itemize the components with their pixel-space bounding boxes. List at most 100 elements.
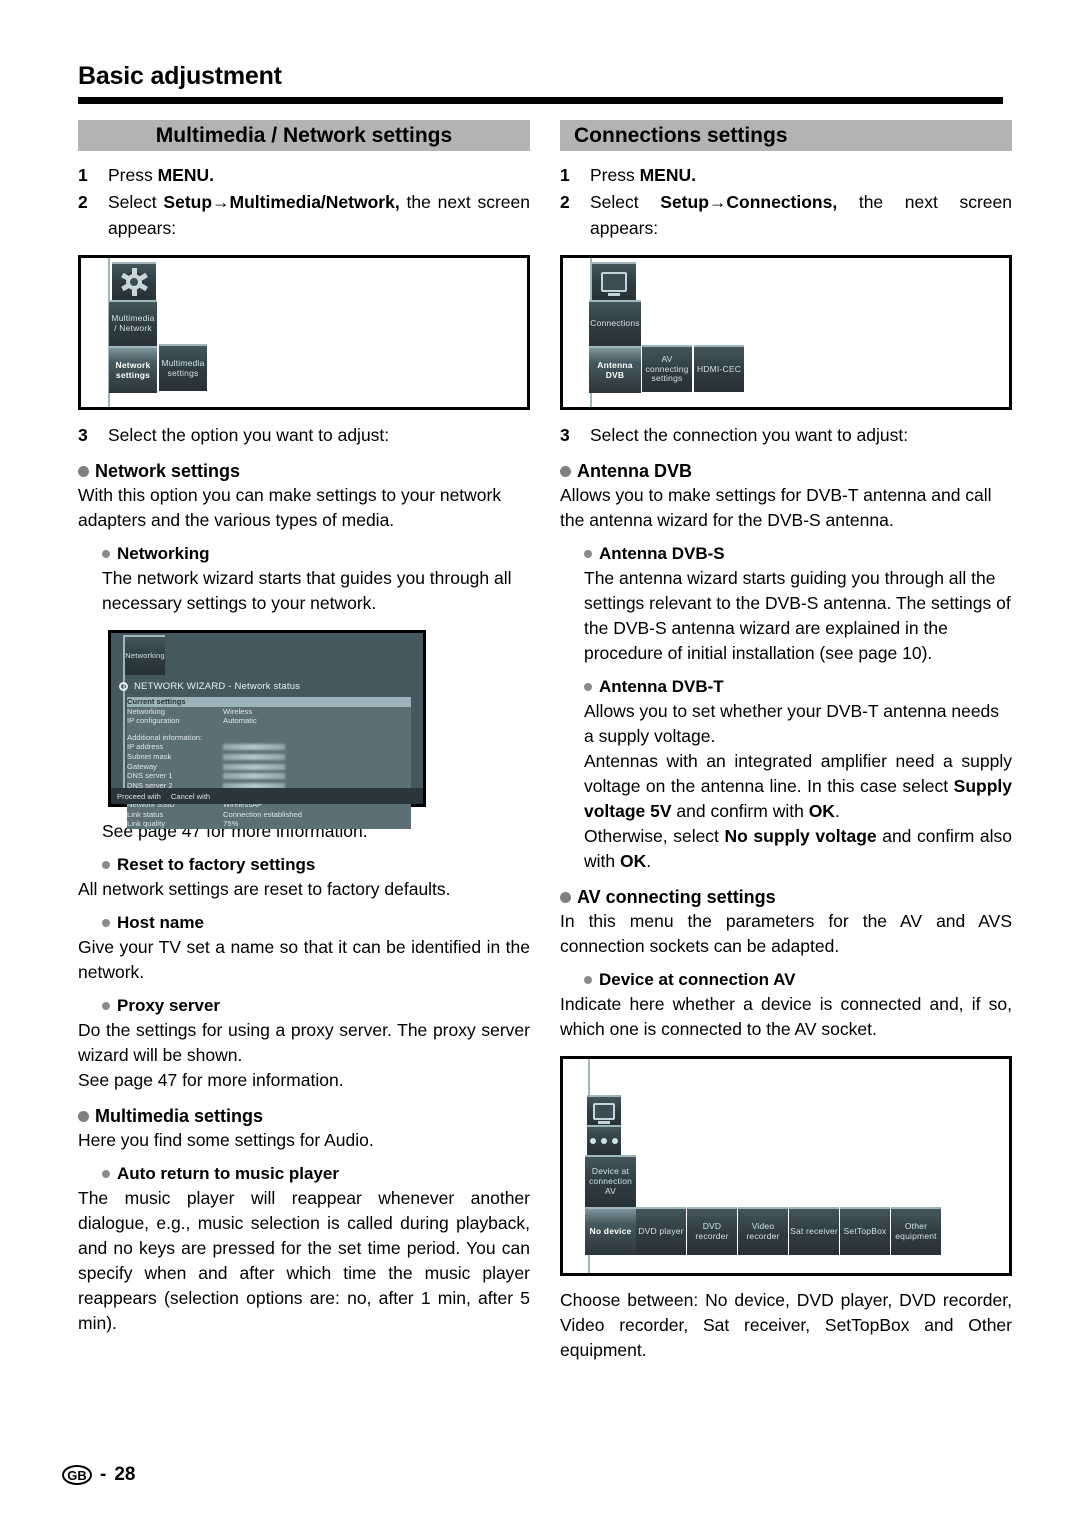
screenshot-network-wizard: Networking NETWORK WIZARD - Network stat… — [108, 630, 426, 829]
text-av-connecting-settings: In this menu the parameters for the AV a… — [560, 911, 1012, 956]
right-column: Connections settings 1 Press MENU. 2 Sel… — [560, 120, 1012, 1363]
table-row: Current settings — [127, 697, 411, 707]
screenshot-connections-menu: Connections Antenna DVB AV connecting se… — [560, 255, 1012, 410]
heading-av-connecting-settings: AV connecting settings — [560, 885, 1012, 909]
row-label: IP configuration — [127, 716, 180, 726]
text-auto-return: The music player will reappear whenever … — [78, 1188, 530, 1333]
table-row: DNS server 1 — [127, 771, 411, 781]
row-label: Gateway — [127, 761, 157, 771]
row-value — [223, 697, 411, 707]
row-value: Automatic — [223, 716, 257, 726]
text-device-at-connection-av: Indicate here whether a device is connec… — [560, 994, 1012, 1039]
osd-option-dvd-player[interactable]: DVD player — [636, 1207, 686, 1255]
osd-option-no-device[interactable]: No device — [585, 1207, 636, 1255]
osd-tile-multimedia-settings[interactable]: Multimedia settings — [159, 344, 207, 391]
step-2-left: 2 Select Setup→Multimedia/Network, the n… — [78, 189, 530, 241]
heading-antenna-dvb: Antenna DVB — [560, 459, 1012, 483]
heading-text: AV connecting settings — [577, 887, 776, 907]
region-badge: GB — [62, 1465, 92, 1485]
table-row: IP configuration Automatic — [127, 716, 411, 726]
step-number: 1 — [78, 165, 88, 185]
text-reset-factory: All network settings are reset to factor… — [78, 879, 451, 899]
tv-icon — [601, 272, 627, 296]
osd-root-gear-icon — [112, 262, 156, 300]
step-2-right: 2 Select Setup→Connections, the next scr… — [560, 189, 1012, 241]
page-footer: GB - 28 — [62, 1464, 135, 1486]
section-header-connections: Connections settings — [560, 120, 1012, 151]
heading-host-name: Host name — [78, 911, 530, 935]
bullet-icon — [102, 1002, 110, 1010]
table-row: Link status Connection established — [127, 809, 411, 820]
heading-network-settings: Network settings — [78, 459, 530, 483]
screenshot-multimedia-network-menu: Multimedia / Network Network settings Mu… — [78, 255, 530, 410]
bullet-icon — [584, 976, 592, 984]
text-antenna-dvb-t-1: Allows you to set whether your DVB-T ant… — [584, 701, 1000, 746]
wizard-footer: Proceed with Cancel with — [111, 788, 423, 804]
text-antenna-dvb: Allows you to make settings for DVB-T an… — [560, 485, 992, 530]
osd-option-dvd-recorder[interactable]: DVD recorder — [687, 1207, 737, 1255]
row-value — [223, 771, 411, 781]
text-host-name: Give your TV set a name so that it can b… — [78, 937, 530, 982]
step-text: Press MENU. — [590, 165, 696, 185]
tv-icon — [593, 1102, 615, 1124]
bullet-icon — [560, 466, 571, 477]
step-text: Select Setup→Multimedia/Network, the nex… — [108, 192, 530, 238]
manual-page: Basic adjustment Multimedia / Network se… — [0, 0, 1080, 1532]
bullet-icon — [584, 550, 592, 558]
row-label: IP address — [127, 742, 164, 752]
gear-teeth — [119, 267, 149, 297]
osd-root-tv-icon — [587, 1095, 621, 1125]
heading-text: Antenna DVB-T — [599, 677, 724, 696]
row-value: Connection established — [223, 809, 302, 819]
step-number: 1 — [560, 165, 570, 185]
table-row: Subnet mask — [127, 751, 411, 762]
bullet-icon — [102, 1170, 110, 1178]
table-row: IP address — [127, 742, 411, 752]
osd-tile-networking[interactable]: Networking — [125, 635, 165, 675]
heading-multimedia-settings: Multimedia settings — [78, 1104, 530, 1128]
heading-text: Networking — [117, 544, 210, 563]
cancel-hint: Cancel with — [170, 791, 211, 801]
osd-tile-network-settings[interactable]: Network settings — [109, 346, 157, 393]
step-3-left: 3 Select the option you want to adjust: — [78, 422, 530, 448]
step-number: 2 — [560, 192, 570, 212]
osd-option-video-recorder[interactable]: Video recorder — [738, 1207, 788, 1255]
bullet-icon — [78, 1111, 89, 1122]
heading-text: Auto return to music player — [117, 1164, 339, 1183]
row-label: Link status — [127, 809, 164, 819]
table-spacer — [127, 725, 411, 733]
step-text: Press MENU. — [108, 165, 214, 185]
heading-text: Network settings — [95, 461, 241, 481]
heading-antenna-dvb-s: Antenna DVB-S — [560, 542, 1012, 566]
wizard-title: NETWORK WIZARD - Network status — [134, 681, 301, 692]
bullet-icon — [102, 919, 110, 927]
table-row: Gateway — [127, 761, 411, 772]
step-number: 2 — [78, 192, 88, 212]
wizard-title-bar: NETWORK WIZARD - Network status — [111, 677, 423, 696]
row-value — [223, 742, 411, 752]
table-row: Networking Wireless — [127, 706, 411, 717]
osd-tile-connections[interactable]: Connections — [589, 300, 641, 346]
osd-tile-hdmi-cec[interactable]: HDMI-CEC — [694, 345, 744, 392]
osd-root-tv-icon — [592, 262, 636, 300]
heading-text: Device at connection AV — [599, 970, 796, 989]
osd-tile-av-connecting-settings[interactable]: AV connecting settings — [642, 345, 692, 392]
osd-tile-antenna-dvb[interactable]: Antenna DVB — [589, 346, 641, 393]
osd-guide-line — [123, 635, 125, 804]
osd-tile-multimedia-network[interactable]: Multimedia / Network — [109, 300, 157, 346]
text-choose-between: Choose between: No device, DVD player, D… — [560, 1290, 1012, 1360]
osd-option-sat-receiver[interactable]: Sat receiver — [789, 1207, 839, 1255]
text-antenna-dvb-t-3: Otherwise, select No supply voltage and … — [584, 826, 1013, 871]
osd-option-other-equipment[interactable]: Other equipment — [891, 1207, 941, 1255]
heading-text: Host name — [117, 913, 204, 932]
table-row: Additional information: — [127, 732, 411, 743]
text-network-settings: With this option you can make settings t… — [78, 485, 502, 530]
osd-option-settopbox[interactable]: SetTopBox — [840, 1207, 890, 1255]
row-label: Current settings — [127, 697, 186, 706]
text-multimedia-settings: Here you find some settings for Audio. — [78, 1130, 374, 1150]
title-rule — [78, 97, 1003, 104]
row-value — [223, 762, 411, 772]
heading-text: Multimedia settings — [95, 1106, 264, 1126]
heading-text: Antenna DVB-S — [599, 544, 725, 563]
osd-tile-device-at-connection-av[interactable]: Device at connection AV — [585, 1155, 636, 1207]
